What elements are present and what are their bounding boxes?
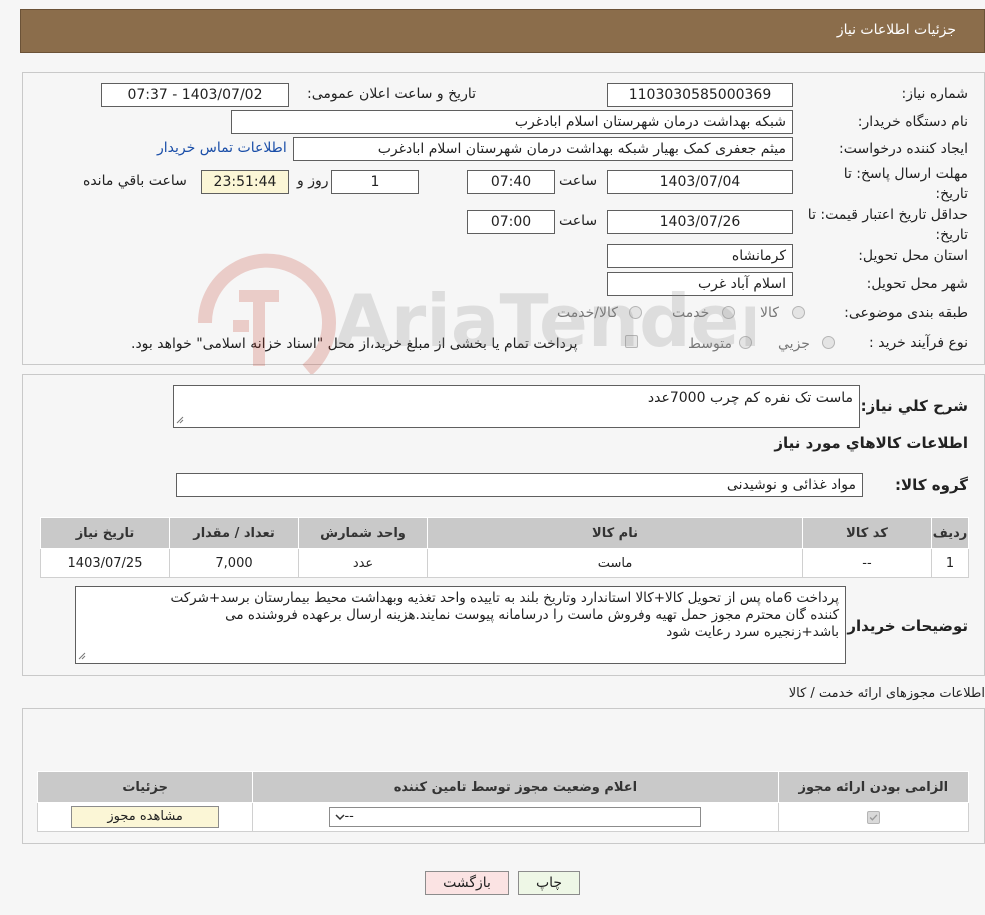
reply-deadline-label: مهلت ارسال پاسخ: تا تاریخ: — [843, 166, 968, 202]
col-row-number: رديف — [931, 517, 969, 549]
col-quantity: تعداد / مقدار — [169, 517, 299, 549]
city-field: اسلام آباد غرب — [607, 272, 793, 296]
cell-unit: عدد — [298, 548, 428, 578]
license-table-header: الزامی بودن ارائه مجوز اعلام وضعیت مجوز … — [36, 771, 970, 803]
col-goods-code: کد کالا — [802, 517, 932, 549]
cell-license-details: مشاهده مجوز — [36, 802, 254, 832]
cell-quantity: 7,000 — [169, 548, 299, 578]
category-radio-service — [722, 306, 735, 319]
cell-goods-name: ماست — [427, 548, 803, 578]
cell-row-number: 1 — [931, 548, 969, 578]
process-option-medium: متوسط — [688, 336, 732, 352]
buyer-notes-line-2: کننده گان محترم مجوز حمل تهیه وفروش ماست… — [225, 607, 839, 623]
process-radio-minor — [822, 336, 835, 349]
price-time-label: ساعت — [559, 213, 598, 229]
resize-handle-icon[interactable] — [78, 652, 86, 660]
col-goods-name: نام کالا — [427, 517, 803, 549]
price-validity-time-field: 07:00 — [467, 210, 555, 234]
category-radio-goods — [792, 306, 805, 319]
treasury-checkbox — [625, 335, 638, 348]
print-button[interactable]: چاپ — [518, 871, 580, 895]
remaining-time-field: 23:51:44 — [201, 170, 289, 194]
page-title: جزئیات اطلاعات نیاز — [836, 22, 956, 38]
process-type-label: نوع فرآیند خرید : — [869, 335, 968, 351]
category-option-both: کالا/خدمت — [557, 305, 618, 321]
buyer-notes-label: توضیحات خریدار: — [841, 617, 968, 635]
cell-license-required — [777, 802, 970, 832]
category-label: طبقه بندی موضوعی: — [844, 305, 968, 321]
general-description-field: ماست تک نفره کم چرب 7000عدد — [173, 385, 860, 428]
chevron-down-icon — [335, 814, 345, 821]
page-header: جزئیات اطلاعات نیاز — [20, 9, 985, 53]
treasury-note: پرداخت تمام یا بخشی از مبلغ خرید،از محل … — [131, 336, 578, 352]
goods-info-title: اطلاعات کالاهاي مورد نياز — [774, 434, 968, 452]
announce-label: تاریخ و ساعت اعلان عمومی: — [307, 86, 476, 102]
province-label: استان محل تحویل: — [858, 248, 968, 264]
license-status-select[interactable]: -- — [329, 807, 702, 827]
view-license-button[interactable]: مشاهده مجوز — [71, 806, 220, 828]
buyer-notes-line-3: باشد+زنجیره سرد رعایت شود — [666, 624, 839, 640]
back-button[interactable]: بازگشت — [425, 871, 509, 895]
category-radio-both — [629, 306, 642, 319]
goods-group-field: مواد غذائی و نوشیدنی — [176, 473, 863, 497]
category-option-goods: کالا — [760, 305, 779, 321]
buyer-org-label: نام دستگاه خریدار: — [857, 114, 968, 130]
license-required-checkbox — [866, 810, 880, 824]
col-unit: واحد شمارش — [298, 517, 428, 549]
license-section-title: اطلاعات مجوزهای ارائه خدمت / کالا — [788, 686, 985, 701]
price-validity-label: حداقل تاریخ اعتبار قیمت: تا تاریخ: — [807, 207, 968, 243]
resize-handle-icon[interactable] — [176, 416, 184, 424]
remaining-time-label: ساعت باقي مانده — [83, 173, 187, 189]
cell-license-status: -- — [252, 802, 779, 832]
days-label: روز و — [297, 173, 329, 189]
goods-table: رديف کد کالا نام کالا واحد شمارش تعداد /… — [40, 517, 969, 578]
general-description-label: شرح کلي نياز: — [860, 397, 968, 415]
license-table: الزامی بودن ارائه مجوز اعلام وضعیت مجوز … — [36, 771, 970, 832]
col-need-date: تاريخ نياز — [40, 517, 170, 549]
reply-time-field: 07:40 — [467, 170, 555, 194]
creator-label: ایجاد کننده درخواست: — [839, 141, 968, 157]
days-remaining-field: 1 — [331, 170, 419, 194]
buyer-contact-link[interactable]: اطلاعات تماس خریدار — [157, 140, 287, 156]
table-row: 1 -- ماست عدد 7,000 1403/07/25 — [40, 548, 969, 578]
goods-table-header: رديف کد کالا نام کالا واحد شمارش تعداد /… — [40, 517, 969, 549]
creator-field: میثم جعفری کمک بهیار شبکه بهداشت درمان ش… — [293, 137, 793, 161]
goods-group-label: گروه کالا: — [895, 476, 968, 494]
city-label: شهر محل تحویل: — [866, 276, 968, 292]
category-option-service: خدمت — [672, 305, 710, 321]
col-license-details: جزئیات — [36, 771, 254, 803]
cell-goods-code: -- — [802, 548, 932, 578]
table-row: -- مشاهده مجوز — [36, 802, 970, 832]
buyer-org-field: شبکه بهداشت درمان شهرستان اسلام ابادغرب — [231, 110, 793, 134]
buyer-notes-field: پرداخت 6ماه پس از تحویل کالا+کالا استاند… — [75, 586, 846, 664]
announce-datetime-field: 1403/07/02 - 07:37 — [101, 83, 289, 107]
need-number-label: شماره نیاز: — [901, 86, 969, 102]
license-status-value: -- — [344, 809, 354, 824]
col-license-required: الزامی بودن ارائه مجوز — [777, 771, 970, 803]
reply-date-field: 1403/07/04 — [607, 170, 793, 194]
price-validity-date-field: 1403/07/26 — [607, 210, 793, 234]
process-option-minor: جزیي — [778, 336, 810, 352]
cell-need-date: 1403/07/25 — [40, 548, 170, 578]
need-number-field: 1103030585000369 — [607, 83, 793, 107]
col-license-status: اعلام وضعیت مجوز توسط تامین کننده — [252, 771, 779, 803]
buyer-notes-line-1: پرداخت 6ماه پس از تحویل کالا+کالا استاند… — [170, 590, 839, 606]
process-radio-medium — [739, 336, 752, 349]
reply-time-label: ساعت — [559, 173, 598, 189]
province-field: کرمانشاه — [607, 244, 793, 268]
